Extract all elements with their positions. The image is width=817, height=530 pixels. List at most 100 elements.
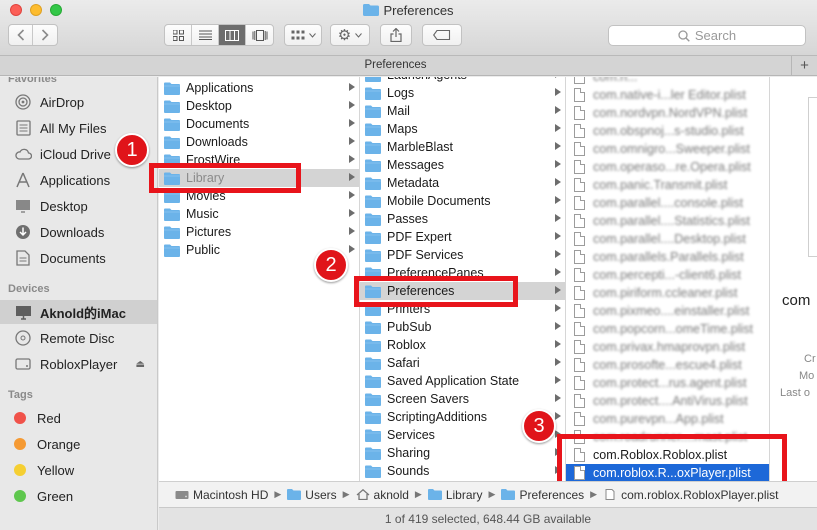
preferences-file-item[interactable]: com.omnigro...Sweeper.plist bbox=[566, 140, 769, 158]
chevron-right-icon bbox=[555, 160, 561, 168]
library-folder-item[interactable]: PDF Expert bbox=[360, 228, 565, 246]
library-folder-item[interactable]: Logs bbox=[360, 84, 565, 102]
folder-icon bbox=[365, 429, 381, 442]
preferences-file-item[interactable]: com.obspnoj...s-studio.plist bbox=[566, 122, 769, 140]
chevron-right-icon bbox=[349, 137, 355, 145]
library-folder-item[interactable]: Metadata bbox=[360, 174, 565, 192]
new-tab-button[interactable]: + bbox=[791, 56, 817, 76]
library-folder-item[interactable]: Messages bbox=[360, 156, 565, 174]
path-segment[interactable]: Preferences bbox=[501, 488, 584, 502]
sidebar-item-applications[interactable]: Applications bbox=[0, 168, 157, 192]
share-button[interactable] bbox=[380, 24, 412, 46]
search-input[interactable]: Search bbox=[608, 25, 806, 46]
library-folder-item[interactable]: LaunchAgents bbox=[360, 77, 565, 84]
library-folder-item[interactable]: Saved Application State bbox=[360, 372, 565, 390]
preferences-file-item[interactable]: com.protect...rus.agent.plist bbox=[566, 374, 769, 392]
library-folder-item[interactable]: Passes bbox=[360, 210, 565, 228]
preferences-file-item[interactable]: com.native-i...ler Editor.plist bbox=[566, 86, 769, 104]
action-button[interactable]: ⚙ bbox=[330, 24, 370, 46]
sidebar-item-robloxplayer[interactable]: RobloxPlayer ⏏ bbox=[0, 352, 157, 376]
chevron-right-icon bbox=[349, 227, 355, 235]
library-folder-item[interactable]: Screen Savers bbox=[360, 390, 565, 408]
cover-flow-button[interactable] bbox=[246, 25, 273, 45]
list-icon bbox=[198, 30, 212, 40]
home-folder-item[interactable]: Downloads bbox=[159, 133, 359, 151]
library-folder-item[interactable]: Roblox bbox=[360, 336, 565, 354]
preferences-file-item[interactable]: com.percepti...-client6.plist bbox=[566, 266, 769, 284]
sidebar-item-airdrop[interactable]: AirDrop bbox=[0, 90, 157, 114]
folder-icon bbox=[363, 4, 380, 16]
sidebar-item-tag-green[interactable]: Green bbox=[0, 484, 157, 508]
chevron-right-icon bbox=[349, 173, 355, 181]
chevron-right-icon bbox=[555, 250, 561, 258]
item-label: com.obspnoj...s-studio.plist bbox=[593, 124, 744, 138]
arrange-button[interactable] bbox=[284, 24, 322, 46]
preferences-file-item[interactable]: com.protect....AntiVirus.plist bbox=[566, 392, 769, 410]
back-button[interactable] bbox=[9, 25, 33, 45]
library-folder-item[interactable]: Mobile Documents bbox=[360, 192, 565, 210]
preferences-file-item[interactable]: com.privax.hmaprovpn.plist bbox=[566, 338, 769, 356]
chevron-right-icon bbox=[555, 214, 561, 222]
preferences-file-item[interactable]: com.parallel....console.plist bbox=[566, 194, 769, 212]
path-segment[interactable]: Users bbox=[287, 488, 337, 502]
disc-icon bbox=[14, 329, 32, 347]
library-folder-item[interactable]: PubSub bbox=[360, 318, 565, 336]
tag-button[interactable] bbox=[422, 24, 462, 46]
eject-icon[interactable]: ⏏ bbox=[136, 359, 145, 370]
column-view-button[interactable] bbox=[219, 25, 246, 45]
forward-button[interactable] bbox=[33, 25, 57, 45]
path-segment[interactable]: aknold bbox=[356, 488, 409, 502]
sidebar-item-imac[interactable]: Aknold的iMac bbox=[0, 300, 157, 324]
icon-view-button[interactable] bbox=[165, 25, 192, 45]
path-segment[interactable]: com.roblox.RobloxPlayer.plist bbox=[603, 488, 778, 502]
library-folder-item[interactable]: Sharing bbox=[360, 444, 565, 462]
home-folder-item[interactable]: Applications bbox=[159, 79, 359, 97]
path-segment[interactable]: Macintosh HD bbox=[175, 488, 268, 502]
step-badge-1: 1 bbox=[115, 133, 149, 167]
tab-preferences[interactable]: Preferences bbox=[0, 59, 791, 71]
home-folder-item[interactable]: Pictures bbox=[159, 223, 359, 241]
path-segment-label: Library bbox=[445, 487, 483, 502]
sidebar-item-tag-yellow[interactable]: Yellow bbox=[0, 458, 157, 482]
item-label: Logs bbox=[387, 86, 415, 100]
preferences-file-item[interactable]: com.n... bbox=[566, 77, 769, 86]
library-folder-item[interactable]: Mail bbox=[360, 102, 565, 120]
preferences-file-item[interactable]: com.parallel....Desktop.plist bbox=[566, 230, 769, 248]
sidebar-item-documents[interactable]: Documents bbox=[0, 246, 157, 270]
sidebar-item-remote-disc[interactable]: Remote Disc bbox=[0, 326, 157, 350]
sidebar-item-downloads[interactable]: Downloads bbox=[0, 220, 157, 244]
item-label: com.pixmeo....einstaller.plist bbox=[593, 304, 750, 318]
library-folder-item[interactable]: MarbleBlast bbox=[360, 138, 565, 156]
preferences-file-item[interactable]: com.pixmeo....einstaller.plist bbox=[566, 302, 769, 320]
home-folder-item[interactable]: Desktop bbox=[159, 97, 359, 115]
sidebar-header-favorites: Favorites bbox=[8, 77, 57, 85]
library-folder-item[interactable]: Safari bbox=[360, 354, 565, 372]
chevron-right-icon bbox=[349, 191, 355, 199]
path-segment[interactable]: Library bbox=[427, 487, 483, 502]
preferences-file-item[interactable]: com.purevpn...App.plist bbox=[566, 410, 769, 428]
library-folder-item[interactable]: PDF Services bbox=[360, 246, 565, 264]
sidebar-item-tag-orange[interactable]: Orange bbox=[0, 432, 157, 456]
preferences-file-item[interactable]: com.piriform.ccleaner.plist bbox=[566, 284, 769, 302]
preferences-file-item[interactable]: com.operaso...re.Opera.plist bbox=[566, 158, 769, 176]
preferences-file-item[interactable]: com.parallels.Parallels.plist bbox=[566, 248, 769, 266]
folder-icon bbox=[365, 465, 381, 478]
library-folder-item[interactable]: Maps bbox=[360, 120, 565, 138]
library-folder-item[interactable]: Sounds bbox=[360, 462, 565, 480]
preferences-file-item[interactable]: com.prosofte...escue4.plist bbox=[566, 356, 769, 374]
list-view-button[interactable] bbox=[192, 25, 219, 45]
folder-icon bbox=[365, 123, 381, 136]
sidebar-item-desktop[interactable]: Desktop bbox=[0, 194, 157, 218]
item-label: com.privax.hmaprovpn.plist bbox=[593, 340, 746, 354]
preferences-file-item[interactable]: com.popcorn...omeTime.plist bbox=[566, 320, 769, 338]
home-folder-item[interactable]: Music bbox=[159, 205, 359, 223]
document-icon bbox=[574, 77, 585, 84]
preferences-file-item[interactable]: com.panic.Transmit.plist bbox=[566, 176, 769, 194]
preferences-file-item[interactable]: com.nordvpn.NordVPN.plist bbox=[566, 104, 769, 122]
item-label: com.panic.Transmit.plist bbox=[593, 178, 728, 192]
home-folder-item[interactable]: Documents bbox=[159, 115, 359, 133]
preferences-file-item[interactable]: com.parallel....Statistics.plist bbox=[566, 212, 769, 230]
chevron-right-icon bbox=[555, 88, 561, 96]
sidebar-item-tag-red[interactable]: Red bbox=[0, 406, 157, 430]
highlight-preferences bbox=[354, 276, 518, 307]
